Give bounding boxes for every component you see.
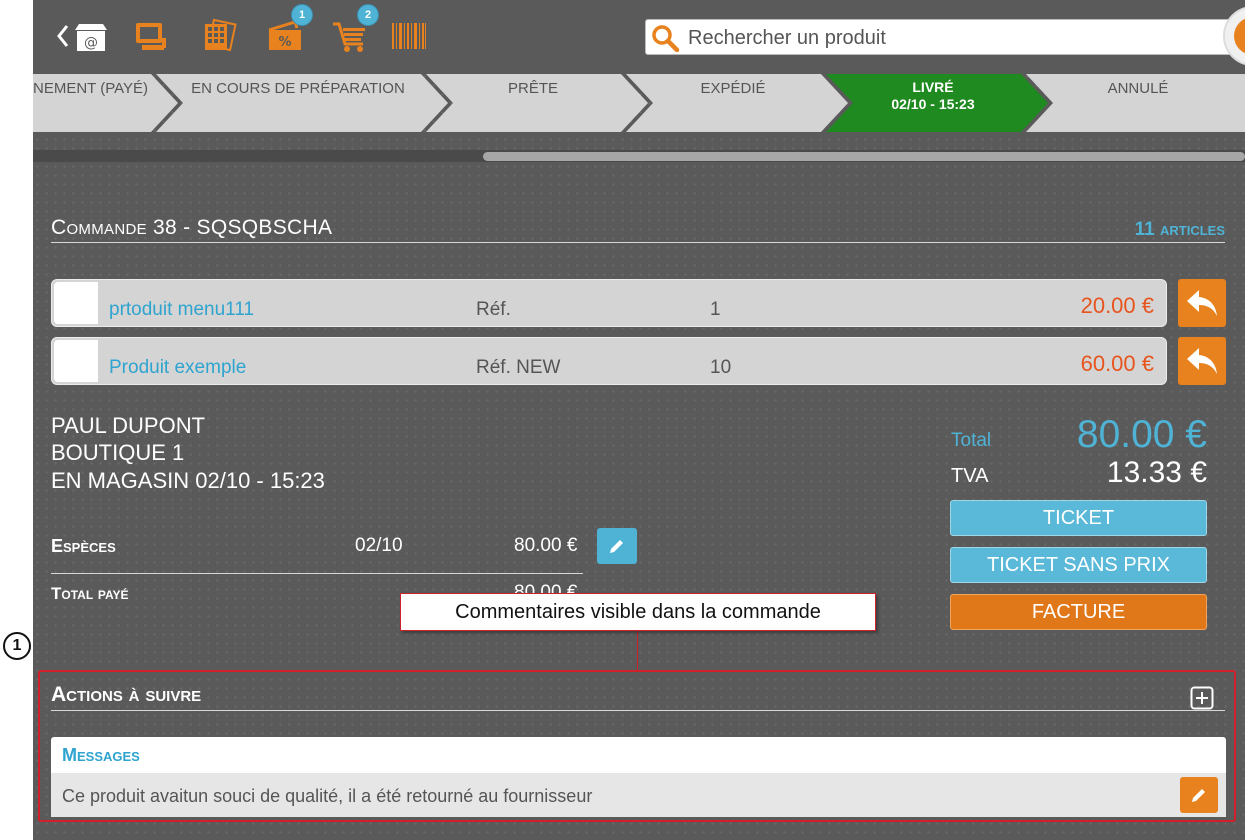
barcode-button[interactable] — [389, 16, 429, 56]
catalog-grid-icon — [205, 18, 237, 52]
article-count: 11 articles — [1134, 219, 1225, 240]
item-thumbnail — [54, 282, 98, 324]
item-name[interactable]: Produit exemple — [109, 357, 246, 379]
promotions-button[interactable]: % 1 — [265, 4, 313, 56]
step-delivered-label: LIVRÉ — [912, 79, 954, 95]
steps-scrollbar[interactable] — [33, 150, 1245, 162]
step-delivered[interactable]: LIVRÉ 02/10 - 15:23 — [826, 74, 1048, 132]
tva-value: 13.33 € — [1106, 456, 1207, 489]
svg-text:@: @ — [84, 35, 98, 51]
item-quantity: 1 — [710, 299, 721, 320]
back-store-icon: @ — [57, 24, 107, 51]
step-label: LIVRÉ 02/10 - 15:23 — [838, 79, 1028, 113]
step-cancelled[interactable]: ANNULÉ — [1026, 74, 1245, 132]
scrollbar-thumb[interactable] — [483, 152, 1245, 161]
divider — [51, 242, 1225, 243]
pencil-icon — [610, 540, 623, 553]
step-label: PRÊTE — [507, 80, 558, 97]
back-store-button[interactable]: @ — [55, 16, 113, 56]
pos-terminal-icon — [136, 23, 166, 50]
order-status-steps: NEMENT (PAYÉ) EN COURS DE PRÉPARATION PR… — [33, 74, 1245, 132]
item-reference: Réf. — [476, 299, 511, 320]
annotation-marker: 1 — [3, 632, 31, 660]
order-item-row[interactable]: prtoduit menu111 Réf. 1 20.00 € — [51, 279, 1167, 327]
annotation-highlight — [38, 670, 1236, 822]
product-search — [645, 19, 1245, 55]
catalog-button[interactable] — [199, 16, 239, 56]
cart-badge: 2 — [357, 4, 379, 26]
customer-name: PAUL DUPONT — [51, 413, 206, 438]
item-price: 60.00 € — [1080, 351, 1154, 376]
payment-date: 02/10 — [355, 535, 403, 556]
step-delivered-date: 02/10 - 15:23 — [891, 96, 975, 112]
ticket-button[interactable]: TICKET — [950, 500, 1207, 536]
pickup-info: EN MAGASIN 02/10 - 15:23 — [51, 468, 325, 493]
total-value: 80.00 € — [1076, 413, 1207, 456]
item-price: 20.00 € — [1080, 293, 1154, 318]
edit-payment-button[interactable] — [597, 528, 637, 564]
svg-text:%: % — [278, 35, 291, 50]
annotation-connector — [637, 631, 638, 671]
ticket-without-price-button[interactable]: TICKET SANS PRIX — [950, 547, 1207, 583]
annotation-callout: Commentaires visible dans la commande — [400, 593, 876, 631]
barcode-icon — [392, 23, 426, 49]
reply-arrow-icon — [1187, 348, 1217, 374]
user-avatar[interactable] — [1223, 6, 1245, 66]
payment-method: Espèces — [51, 536, 116, 556]
order-title: Commande 38 - SQSQBSCHA — [51, 216, 333, 239]
item-thumbnail — [54, 340, 98, 382]
payment-amount: 80.00 € — [514, 535, 578, 556]
search-icon[interactable] — [650, 24, 680, 57]
return-item-button[interactable] — [1178, 337, 1226, 385]
item-name[interactable]: prtoduit menu111 — [109, 299, 254, 321]
reply-arrow-icon — [1187, 290, 1217, 316]
step-label: EN COURS DE PRÉPARATION — [191, 80, 405, 97]
step-label: EXPÉDIÉ — [700, 80, 766, 97]
step-ready[interactable]: PRÊTE — [426, 74, 648, 132]
order-item-row[interactable]: Produit exemple Réf. NEW 10 60.00 € — [51, 337, 1167, 385]
return-item-button[interactable] — [1178, 279, 1226, 327]
top-toolbar: @ % 1 2 Rechercher un produit — [33, 0, 1245, 74]
search-input[interactable] — [686, 24, 1230, 52]
step-shipped[interactable]: EXPÉDIÉ — [626, 74, 848, 132]
item-quantity: 10 — [710, 357, 732, 378]
invoice-button[interactable]: FACTURE — [950, 594, 1207, 630]
tva-label: TVA — [951, 465, 989, 487]
total-paid-label: Total payé — [51, 584, 129, 603]
cart-button[interactable]: 2 — [331, 4, 379, 56]
step-label: ANNULÉ — [1107, 80, 1169, 97]
divider — [51, 573, 583, 574]
item-reference: Réf. NEW — [476, 357, 561, 378]
customer-store: BOUTIQUE 1 — [51, 440, 185, 465]
promotions-badge: 1 — [291, 4, 313, 26]
step-in-preparation[interactable]: EN COURS DE PRÉPARATION — [156, 74, 448, 132]
pos-terminal-button[interactable] — [131, 16, 171, 56]
total-label: Total — [951, 430, 992, 451]
